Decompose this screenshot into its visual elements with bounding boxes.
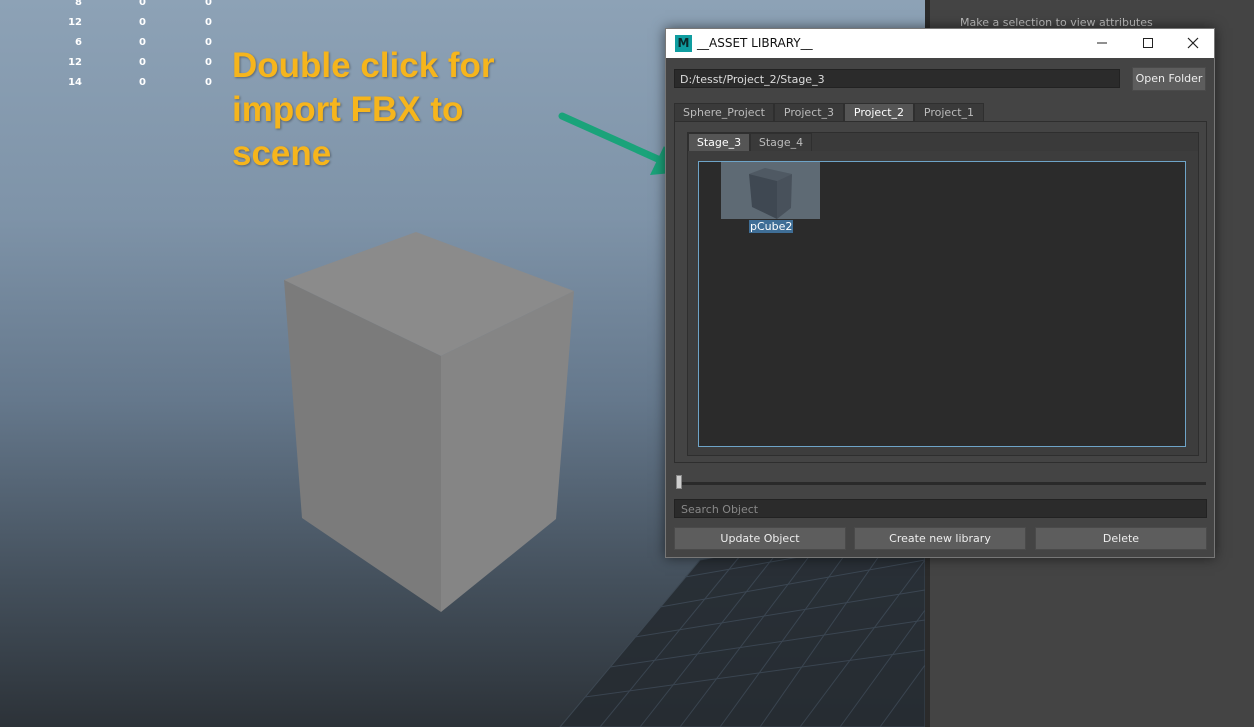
update-object-button[interactable]: Update Object xyxy=(674,527,846,550)
stat-value: 8 xyxy=(75,0,82,8)
tab-stage-4[interactable]: Stage_4 xyxy=(750,133,812,151)
open-folder-button[interactable]: Open Folder xyxy=(1132,67,1206,91)
folder-path-field[interactable]: D:/tesst/Project_2/Stage_3 xyxy=(674,69,1120,88)
stat-value: 0 xyxy=(205,17,212,28)
tab-sphere-project[interactable]: Sphere_Project xyxy=(674,103,774,121)
minimize-icon xyxy=(1097,42,1107,44)
thumbnail-size-slider-track[interactable] xyxy=(676,482,1206,485)
title-bar[interactable]: M __ASSET LIBRARY__ xyxy=(666,29,1214,58)
stat-value: 0 xyxy=(205,37,212,48)
stat-row: 12 0 0 xyxy=(0,17,230,31)
close-icon xyxy=(1187,37,1199,49)
tab-stage-3[interactable]: Stage_3 xyxy=(688,133,750,151)
thumbnail-size-slider-handle[interactable] xyxy=(676,475,682,489)
tab-project-2[interactable]: Project_2 xyxy=(844,103,914,121)
project-pane: Stage_3 Stage_4 pCube2 xyxy=(674,121,1207,463)
tab-project-1[interactable]: Project_1 xyxy=(914,103,984,121)
cube-object[interactable] xyxy=(284,232,574,612)
stat-row: 12 0 0 xyxy=(0,57,230,71)
asset-label[interactable]: pCube2 xyxy=(749,220,794,233)
create-library-button[interactable]: Create new library xyxy=(854,527,1026,550)
asset-grid[interactable]: pCube2 xyxy=(698,161,1186,447)
stat-row: 14 0 0 xyxy=(0,77,230,91)
annotation-line: Double click for xyxy=(232,46,495,85)
stat-value: 0 xyxy=(139,77,146,88)
asset-thumbnail[interactable] xyxy=(721,162,820,219)
asset-library-window: M __ASSET LIBRARY__ D:/tesst/Project_2/S… xyxy=(665,28,1215,558)
annotation-line: import FBX to xyxy=(232,90,464,129)
cube-thumbnail-icon xyxy=(749,168,792,219)
stat-value: 0 xyxy=(205,0,212,8)
stat-row: 8 0 0 xyxy=(0,0,230,11)
stat-value: 0 xyxy=(139,17,146,28)
tab-project-3[interactable]: Project_3 xyxy=(774,103,844,121)
stage-tabs: Stage_3 Stage_4 xyxy=(688,133,1198,151)
stat-value: 0 xyxy=(139,57,146,68)
maximize-button[interactable] xyxy=(1125,29,1171,58)
annotation-text: Double click for import FBX to scene xyxy=(232,44,562,176)
stat-value: 0 xyxy=(139,37,146,48)
stat-value: 12 xyxy=(68,57,82,68)
delete-button[interactable]: Delete xyxy=(1035,527,1207,550)
close-button[interactable] xyxy=(1170,29,1216,58)
stat-value: 6 xyxy=(75,37,82,48)
stat-value: 0 xyxy=(205,57,212,68)
maya-app-icon: M xyxy=(675,35,692,52)
annotation-line: scene xyxy=(232,134,332,173)
stat-value: 0 xyxy=(205,77,212,88)
search-input[interactable]: Search Object xyxy=(674,499,1207,518)
stage-frame: Stage_3 Stage_4 pCube2 xyxy=(687,132,1199,456)
stat-value: 0 xyxy=(139,0,146,8)
maximize-icon xyxy=(1143,38,1153,48)
window-title: __ASSET LIBRARY__ xyxy=(697,36,813,50)
stat-value: 14 xyxy=(68,77,82,88)
stat-row: 6 0 0 xyxy=(0,37,230,51)
minimize-button[interactable] xyxy=(1079,29,1125,58)
stat-value: 12 xyxy=(68,17,82,28)
